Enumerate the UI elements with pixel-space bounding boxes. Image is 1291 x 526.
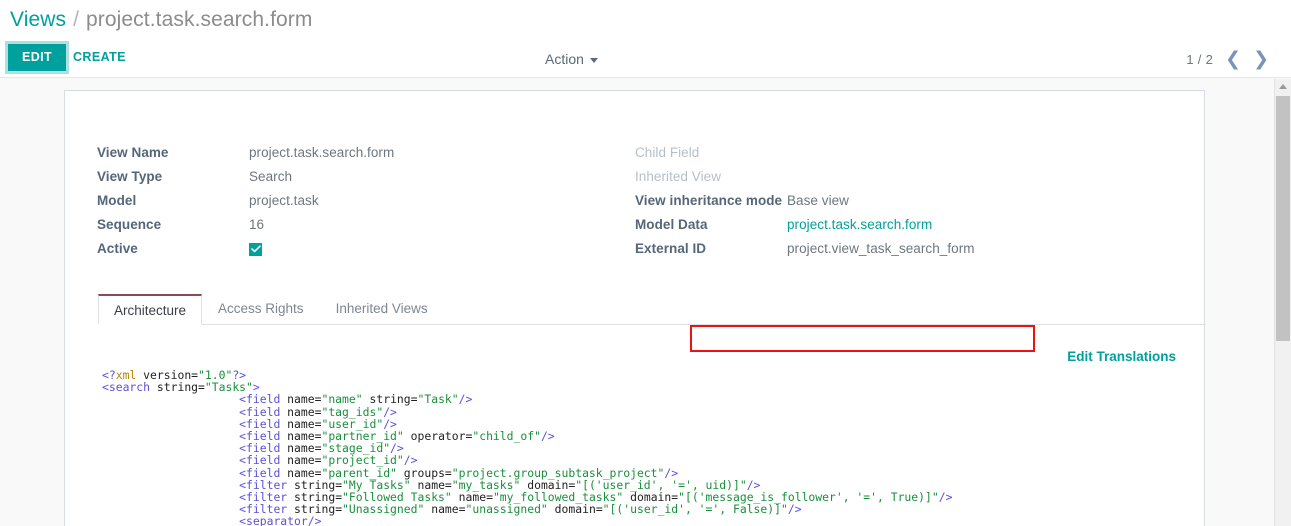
field-label: View Name xyxy=(97,145,169,160)
form-row: Model Data project.task.search.form xyxy=(635,213,1115,237)
breadcrumb-separator: / xyxy=(73,8,79,31)
xml-source[interactable]: <?xml version="1.0"?> <search string="Ta… xyxy=(102,369,1202,526)
form-sheet: View Name project.task.search.form View Ty… xyxy=(64,90,1206,526)
edit-translations-link[interactable]: Edit Translations xyxy=(1067,349,1176,364)
form-row: View Name project.task.search.form xyxy=(97,141,577,165)
form-row: Model project.task xyxy=(97,189,577,213)
field-label: Sequence xyxy=(97,217,162,232)
scrollbar-up-arrow[interactable] xyxy=(1275,79,1291,94)
action-dropdown[interactable]: Action xyxy=(545,51,598,67)
control-panel: EDIT CREATE Action 1 / 2 ❮ ❯ xyxy=(0,40,1291,78)
notebook-tabs: Architecture Access Rights Inherited Views xyxy=(98,294,1206,325)
breadcrumb: Views / project.task.search.form xyxy=(0,0,1291,40)
pager-count: 1 / 2 xyxy=(1186,52,1214,67)
field-label: External ID xyxy=(635,241,707,256)
form-row: Active xyxy=(97,237,577,261)
form-row: Child Field xyxy=(635,141,1115,165)
field-value: project.task xyxy=(249,193,319,208)
create-button[interactable]: CREATE xyxy=(63,44,136,71)
scrollbar-thumb[interactable] xyxy=(1276,96,1290,341)
form-row: External ID project.view_task_search_form xyxy=(635,237,1115,261)
field-value: 16 xyxy=(249,217,265,232)
field-value: project.view_task_search_form xyxy=(787,241,975,256)
pager-previous-icon[interactable]: ❮ xyxy=(1225,50,1241,69)
vertical-scrollbar[interactable] xyxy=(1274,79,1291,526)
field-label: Child Field xyxy=(635,145,700,160)
breadcrumb-current: project.task.search.form xyxy=(85,8,313,31)
form-row: Inherited View xyxy=(635,165,1115,189)
field-value: Base view xyxy=(787,193,849,208)
field-value-link[interactable]: project.task.search.form xyxy=(787,213,932,237)
field-value: project.task.search.form xyxy=(249,145,395,160)
pager: 1 / 2 ❮ ❯ xyxy=(1186,50,1269,69)
field-label: Inherited View xyxy=(635,169,722,184)
tab-architecture[interactable]: Architecture xyxy=(98,294,203,325)
external-id-highlight-box xyxy=(690,325,1035,352)
form-row: View Type Search xyxy=(97,165,577,189)
action-dropdown-label: Action xyxy=(545,51,584,67)
field-label: Active xyxy=(97,241,138,256)
triangle-up-icon xyxy=(1279,84,1287,89)
field-label: View inheritance mode xyxy=(635,193,783,208)
chevron-down-icon xyxy=(589,58,598,63)
field-label: Model xyxy=(97,193,137,208)
pager-next-icon[interactable]: ❯ xyxy=(1253,50,1269,69)
tab-inherited-views[interactable]: Inherited Views xyxy=(320,293,444,324)
field-label: Model Data xyxy=(635,217,708,232)
tab-access-rights[interactable]: Access Rights xyxy=(202,293,320,324)
breadcrumb-root-link[interactable]: Views xyxy=(10,8,66,32)
field-label: View Type xyxy=(97,169,163,184)
architecture-xml-editor[interactable]: <?xml version="1.0"?> <search string="Ta… xyxy=(102,369,1202,526)
active-checkbox[interactable] xyxy=(249,242,262,256)
odoo-views-form-page: Views / project.task.search.form EDIT CR… xyxy=(0,0,1291,526)
form-group-right: Child Field Inherited View View inheritanc… xyxy=(635,141,1115,261)
form-row: View inheritance mode Base view xyxy=(635,189,1115,213)
form-group-left: View Name project.task.search.form View Ty… xyxy=(97,141,577,261)
form-row: Sequence 16 xyxy=(97,213,577,237)
edit-button[interactable]: EDIT xyxy=(4,41,70,74)
field-value: Search xyxy=(249,169,293,184)
notebook: Architecture Access Rights Inherited Views xyxy=(98,294,1206,325)
